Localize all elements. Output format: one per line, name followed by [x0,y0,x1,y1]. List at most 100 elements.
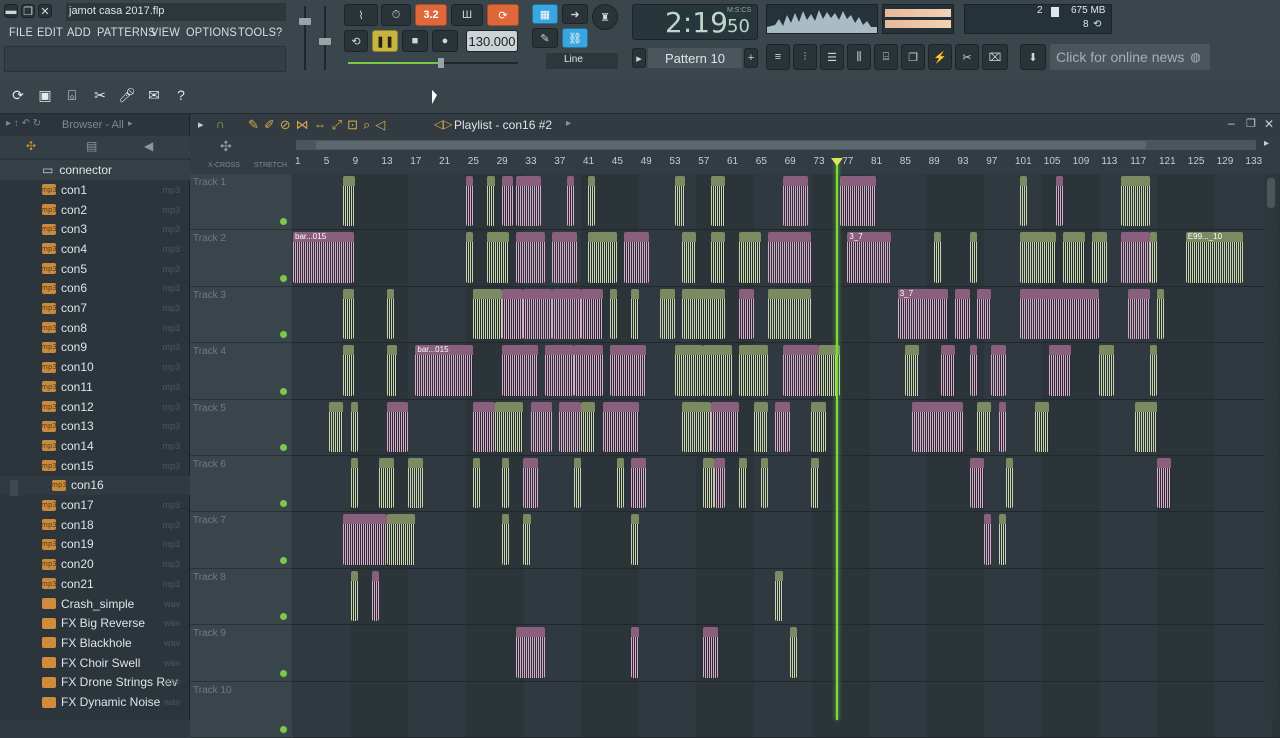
clip-header[interactable] [386,514,416,525]
track-header[interactable]: Track 1 [190,174,292,231]
audio-clip[interactable] [494,401,524,452]
audio-clip[interactable] [703,458,715,509]
clip-header[interactable] [703,345,733,356]
time-display[interactable]: 2:19 M:S:CS 50 [632,4,758,40]
playlist-title-arrow[interactable]: ▸ [566,118,571,129]
clip-header[interactable] [681,232,697,243]
clip-header[interactable] [609,345,646,356]
audio-clip[interactable] [998,514,1006,565]
browser-item[interactable]: Crash_simple wav [0,594,190,614]
browser-item[interactable]: mp3 con8 mp3 [0,318,190,338]
audio-clip[interactable] [1157,458,1172,509]
browser-icon[interactable]: ⌸ [874,44,898,70]
audio-clip[interactable]: 3_7 [847,232,891,283]
clip-header[interactable] [350,401,358,412]
clip-header[interactable] [602,401,639,412]
audio-clip[interactable] [674,345,704,396]
clip-header[interactable] [609,288,617,299]
clip-header[interactable] [977,288,992,299]
audio-clip[interactable] [501,176,513,227]
audio-clip[interactable] [473,401,495,452]
clip-header[interactable] [523,514,531,525]
audio-clip[interactable] [581,288,603,340]
browser-item[interactable]: mp3 con12 mp3 [0,397,190,417]
audio-clip[interactable] [710,176,725,227]
clip-header[interactable] [840,176,877,186]
audio-clip[interactable] [588,176,596,227]
audio-clip[interactable] [609,288,617,340]
clip-header[interactable] [703,458,715,468]
clip-header[interactable] [703,627,718,638]
browser-item[interactable]: mp3 con7 mp3 [0,298,190,318]
clip-header[interactable] [386,288,394,299]
clip-header[interactable] [501,288,524,299]
loop-icon[interactable]: ⟲ [344,30,368,52]
browser-item[interactable]: FX Choir Swell wav [0,653,190,673]
clip-header[interactable] [329,401,344,412]
audio-clip[interactable] [1149,345,1157,396]
clip-header[interactable] [969,345,977,356]
clip-header[interactable] [739,288,754,299]
master-pitch-slider[interactable] [318,6,332,70]
clip-header[interactable] [530,401,553,412]
metronome-button[interactable]: ⌇ [344,4,378,26]
snap-selector[interactable]: Line [546,53,618,69]
playlist-tool-icons[interactable]: ✎✐⊘⋈⇔⤢⊡⌕◁ [248,117,390,133]
clip-header[interactable] [710,176,725,186]
track-enable-icon[interactable] [280,725,287,733]
track-lane[interactable]: bar...015 [293,343,1280,400]
clip-header[interactable] [1157,288,1165,299]
clip-header[interactable] [714,458,725,468]
track-header[interactable]: Track 2 [190,230,292,287]
browser-file-icon[interactable]: ▤ [86,139,97,153]
track-enable-icon[interactable] [280,669,287,677]
menu-help[interactable]: ? [276,25,282,39]
audio-clip[interactable] [775,401,790,452]
audio-clip[interactable] [609,345,646,396]
audio-clip[interactable] [782,176,808,227]
play-direction-icon[interactable]: ◁▷ [434,117,452,131]
clip-header[interactable] [811,401,826,412]
pause-button[interactable]: ❚❚ [372,30,398,52]
track-lane[interactable] [293,399,1280,456]
audio-clip[interactable] [955,288,970,340]
browser-item[interactable]: mp3 con14 mp3 [0,436,190,456]
clip-header[interactable] [473,458,481,468]
clip-header[interactable] [617,458,625,468]
playlist-maximize-icon[interactable]: ❐ [1246,117,1256,130]
audio-clip[interactable] [523,458,538,509]
browser-item[interactable]: mp3 con6 mp3 [0,279,190,299]
clip-header[interactable] [969,232,977,243]
playlist-minimize-icon[interactable]: – [1228,116,1235,130]
browser-item[interactable]: mp3 con10 mp3 [0,357,190,377]
track-enable-icon[interactable] [280,218,287,226]
audio-clip[interactable] [516,176,542,227]
audio-clip[interactable] [501,458,509,509]
clip-header[interactable] [1020,232,1057,243]
audio-clip[interactable] [343,288,355,340]
clip-header[interactable] [681,288,725,299]
clip-header[interactable] [991,345,1006,356]
audio-clip[interactable] [912,401,963,452]
browser-item[interactable]: mp3 con9 mp3 [0,338,190,358]
audio-clip[interactable] [969,345,977,396]
clip-header[interactable] [933,232,941,243]
clip-header[interactable] [581,288,603,299]
audio-clip[interactable] [465,232,473,283]
audio-clip[interactable] [674,176,686,227]
audio-clip[interactable] [739,458,747,509]
mixer-icon[interactable]: ⫼ [847,44,871,70]
clip-header[interactable] [941,345,956,356]
wait-for-input-button[interactable]: ⏱ [381,4,411,26]
piano-roll-icon[interactable]: ⫶ [793,44,817,70]
browser-speaker-icon[interactable]: ◀ [144,139,153,153]
audio-clip[interactable] [350,458,358,509]
audio-clip[interactable] [753,401,769,452]
clip-header[interactable] [739,232,761,243]
microphone-icon[interactable]: 🎤︎ [115,83,139,107]
menu-options[interactable]: OPTIONS [186,25,237,39]
clip-header[interactable] [588,176,596,186]
save-as-icon[interactable]: ⌺ [60,83,84,107]
audio-clip[interactable] [660,288,675,340]
track-enable-icon[interactable] [280,387,287,395]
